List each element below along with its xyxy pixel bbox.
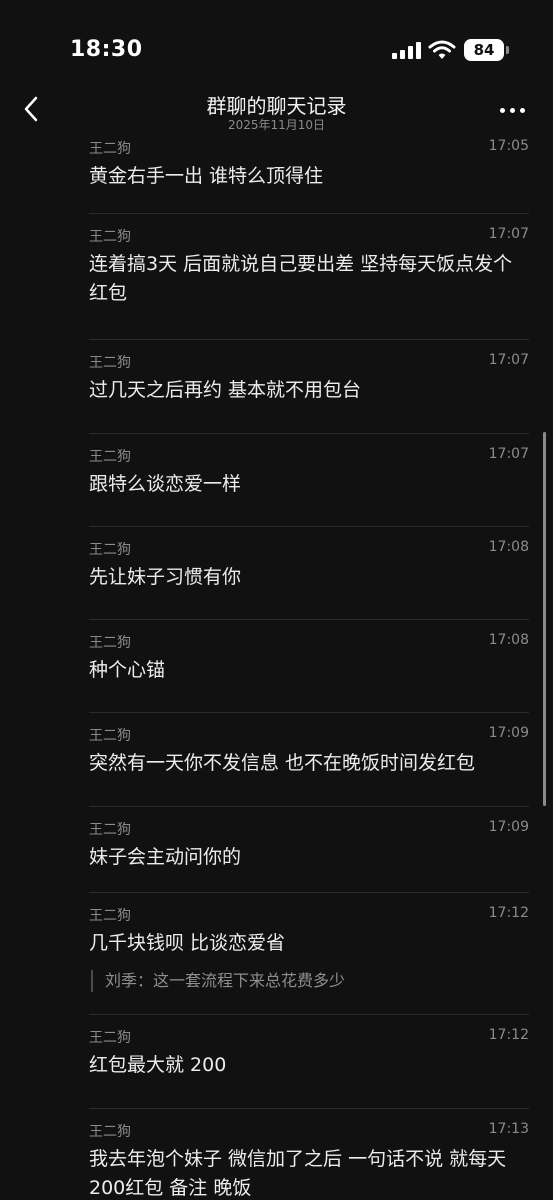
- message-sender: 王二狗: [89, 355, 131, 371]
- list-item: 王二狗 17:05 黄金右手一出 谁特么顶得住: [89, 138, 529, 214]
- battery-icon: 84: [464, 39, 504, 61]
- message-sender: 王二狗: [89, 635, 131, 651]
- list-item: 王二狗 17:08 种个心锚: [89, 620, 529, 713]
- message-time: 17:08: [488, 539, 529, 555]
- more-options-icon[interactable]: [497, 96, 529, 124]
- message-text: 几千块钱呗 比谈恋爱省: [89, 932, 286, 954]
- message-time: 17:07: [488, 352, 529, 368]
- message-time: 17:12: [488, 905, 529, 921]
- message-text: 跟特么谈恋爱一样: [89, 473, 242, 495]
- message-text: 种个心锚: [89, 659, 166, 681]
- message-text: 连着搞3天 后面就说自己要出差 坚持每天饭点发个红包: [89, 253, 513, 304]
- battery-level: 84: [473, 41, 495, 59]
- message-sender: 王二狗: [89, 1030, 131, 1046]
- message-text: 红包最大就 200: [89, 1054, 227, 1076]
- chat-record-list[interactable]: 王二狗 17:05 黄金右手一出 谁特么顶得住 王二狗 17:07 连着搞3天 …: [0, 138, 553, 1200]
- message-text: 过几天之后再约 基本就不用包台: [89, 379, 362, 401]
- message-sender: 王二狗: [89, 542, 131, 558]
- message-text: 突然有一天你不发信息 也不在晚饭时间发红包: [89, 752, 476, 774]
- message-sender: 王二狗: [89, 229, 131, 245]
- list-item: 王二狗 17:12 红包最大就 200: [89, 1015, 529, 1109]
- battery-tip: [506, 46, 509, 54]
- message-sender: 王二狗: [89, 822, 131, 838]
- list-item: 王二狗 17:09 妹子会主动问你的: [89, 807, 529, 893]
- message-sender: 王二狗: [89, 1124, 131, 1140]
- message-time: 17:07: [488, 226, 529, 242]
- message-text: 黄金右手一出 谁特么顶得住: [89, 165, 324, 187]
- list-item: 王二狗 17:08 先让妹子习惯有你: [89, 527, 529, 620]
- message-sender: 王二狗: [89, 728, 131, 744]
- message-text: 我去年泡个妹子 微信加了之后 一句话不说 就每天200红包 备注 晚饭: [89, 1148, 507, 1199]
- wifi-icon: [428, 40, 456, 59]
- page-subtitle: 2025年11月10日: [227, 118, 326, 132]
- page-title: 群聊的聊天记录: [206, 94, 347, 118]
- cellular-signal-icon: [392, 42, 422, 59]
- scrollbar[interactable]: [543, 432, 546, 806]
- message-time: 17:09: [488, 819, 529, 835]
- message-time: 17:12: [488, 1027, 529, 1043]
- status-bar: 18:30 84: [0, 0, 553, 92]
- nav-bar: 群聊的聊天记录 2025年11月10日: [0, 82, 553, 138]
- message-text: 先让妹子习惯有你: [89, 566, 242, 588]
- list-item: 王二狗 17:12 几千块钱呗 比谈恋爱省 刘季：这一套流程下来总花费多少: [89, 893, 529, 1015]
- message-sender: 王二狗: [89, 141, 131, 157]
- message-sender: 王二狗: [89, 908, 131, 924]
- list-item: 王二狗 17:09 突然有一天你不发信息 也不在晚饭时间发红包: [89, 713, 529, 807]
- list-item: 王二狗 17:07 过几天之后再约 基本就不用包台: [89, 340, 529, 434]
- list-item: 王二狗 17:07 跟特么谈恋爱一样: [89, 434, 529, 527]
- list-item: 王二狗 17:13 我去年泡个妹子 微信加了之后 一句话不说 就每天200红包 …: [89, 1109, 529, 1200]
- message-time: 17:13: [488, 1121, 529, 1137]
- message-time: 17:07: [488, 446, 529, 462]
- message-text: 妹子会主动问你的: [89, 846, 242, 868]
- message-sender: 王二狗: [89, 449, 131, 465]
- quoted-reply[interactable]: 刘季：这一套流程下来总花费多少: [91, 970, 345, 992]
- list-item: 王二狗 17:07 连着搞3天 后面就说自己要出差 坚持每天饭点发个红包: [89, 214, 529, 340]
- status-time: 18:30: [70, 37, 143, 62]
- message-time: 17:08: [488, 632, 529, 648]
- message-time: 17:05: [488, 138, 529, 154]
- message-time: 17:09: [488, 725, 529, 741]
